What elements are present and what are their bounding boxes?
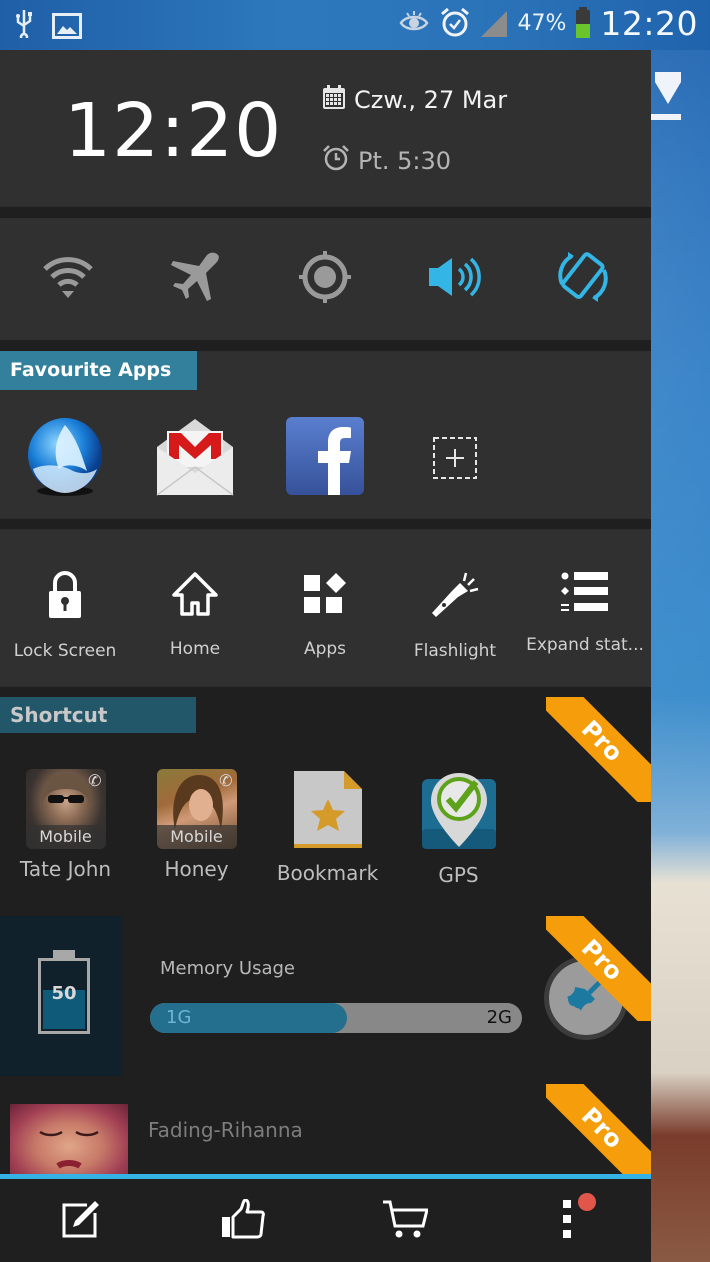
boat-browser-icon [25,417,105,501]
like-button[interactable] [162,1179,324,1262]
memory-total-label: 2G [486,1007,512,1028]
shortcut-label: Bookmark [276,861,379,885]
battery-tile[interactable]: 50 [0,916,122,1076]
location-icon [297,249,353,309]
clock-time: 12:20 [64,88,283,174]
thumbs-up-icon [221,1198,265,1243]
tools-section: Lock Screen Home Apps Flashlight Expand … [0,529,651,687]
favourite-apps-title: Favourite Apps [0,351,197,390]
add-icon [433,437,477,501]
battery-percent: 47% [517,11,567,36]
quick-toggles [0,218,651,340]
notification-badge [578,1193,596,1211]
track-title: Fading-Rihanna [148,1118,303,1142]
alarm-row[interactable]: Pt. 5:30 [322,144,451,178]
shortcut-title: Shortcut [0,697,196,733]
home-icon [171,571,219,621]
rotate-icon [554,248,612,310]
shortcut-bookmark[interactable]: Bookmark [262,769,393,887]
edit-button[interactable] [0,1179,162,1262]
contact-avatar: ✆ Mobile [25,769,106,849]
alarm-clock-icon [322,144,350,178]
calendar-icon [322,84,346,116]
music-section: Fading-Rihanna Pro [0,1084,651,1174]
battery-value: 50 [51,983,77,1004]
rotate-toggle[interactable] [538,239,628,319]
store-button[interactable] [324,1179,486,1262]
phone-icon: ✆ [219,771,233,790]
gps-checkin-icon [420,769,498,855]
download-icon [651,72,685,128]
tool-apps[interactable]: Apps [260,529,390,687]
shortcut-label: Honey [164,857,229,881]
status-time: 12:20 [600,4,698,43]
clock-section: 12:20 Czw., 27 Mar Pt. 5:30 [0,50,651,207]
phone-icon: ✆ [88,771,102,790]
signal-icon [481,10,508,37]
shortcut-contact-tate-john[interactable]: ✆ Mobile Tate John [0,769,131,887]
more-button[interactable] [486,1179,648,1262]
date-text: Czw., 27 Mar [354,86,508,114]
status-bar: 47% 12:20 [0,0,710,50]
shortcut-section: Shortcut Pro ✆ Mobile Tate John ✆ Mobile… [0,697,651,907]
image-icon [52,12,82,43]
memory-used-label: 1G [166,1007,192,1028]
shortcut-contact-honey[interactable]: ✆ Mobile Honey [131,769,262,887]
shortcut-label: GPS [438,863,479,887]
contact-avatar: ✆ Mobile [156,769,237,849]
pro-badge: Pro [546,1084,651,1174]
album-art[interactable] [10,1104,128,1174]
bookmark-icon [292,769,364,853]
tool-label: Home [169,639,221,659]
tool-label: Expand stat... [526,635,644,655]
battery-icon [576,6,591,38]
gmail-icon [155,417,235,501]
pro-badge: Pro [546,916,651,1021]
app-facebook[interactable] [260,417,390,501]
usb-icon [14,8,34,47]
tool-home[interactable]: Home [130,529,260,687]
wifi-toggle[interactable] [23,239,113,319]
airplane-icon [170,251,223,307]
contact-tag: Mobile [156,825,237,849]
sound-toggle[interactable] [409,239,499,319]
memory-usage-title: Memory Usage [160,958,296,979]
notification-panel: 12:20 Czw., 27 Mar Pt. 5:30 Favourite Ap… [0,50,651,1262]
memory-section: 50 Memory Usage 1G 2G Pro [0,916,651,1076]
date-row[interactable]: Czw., 27 Mar [322,84,507,116]
alarm-icon [439,6,471,42]
favourite-apps-section: Favourite Apps [0,351,651,519]
tool-expand-status[interactable]: Expand stat... [520,529,650,687]
lock-icon [47,571,83,623]
eye-icon [399,10,429,38]
cart-icon [382,1199,429,1243]
shortcut-gps[interactable]: GPS [393,769,524,887]
edit-icon [61,1199,101,1243]
bottom-nav [0,1179,651,1262]
gps-toggle[interactable] [280,239,370,319]
list-icon [561,571,609,617]
wifi-icon [42,255,94,303]
pro-badge: Pro [546,697,651,802]
memory-usage-bar: 1G 2G [150,1003,522,1033]
flashlight-icon [430,571,480,623]
add-favourite-button[interactable] [390,417,520,501]
tool-flashlight[interactable]: Flashlight [390,529,520,687]
tool-lock-screen[interactable]: Lock Screen [0,529,130,687]
app-gmail[interactable] [130,417,260,501]
tool-label: Flashlight [413,641,497,661]
tool-label: Lock Screen [13,641,117,661]
contact-tag: Mobile [25,825,106,849]
shortcut-label: Tate John [19,857,112,881]
more-icon [561,1199,573,1242]
facebook-icon [286,417,364,501]
alarm-text: Pt. 5:30 [358,147,452,175]
app-boat-browser[interactable] [0,417,130,501]
tool-label: Apps [303,639,347,659]
volume-icon [427,256,481,302]
airplane-toggle[interactable] [152,239,242,319]
battery-level-icon: 50 [38,950,90,1034]
apps-icon [302,571,348,621]
